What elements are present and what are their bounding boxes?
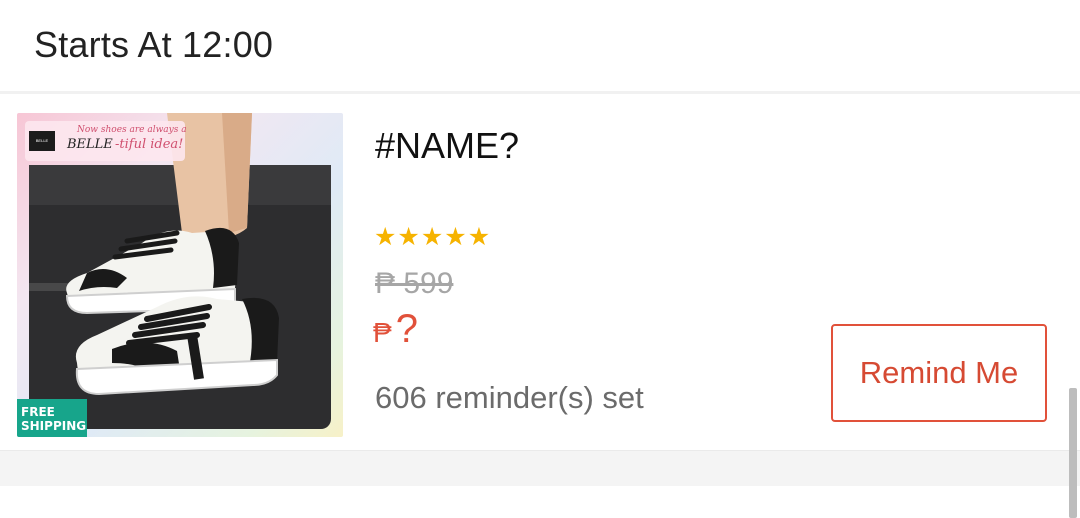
next-section-area (0, 486, 1080, 518)
remind-me-button[interactable]: Remind Me (831, 324, 1047, 422)
section-divider (0, 450, 1080, 486)
original-price: ₱ 599 (375, 267, 454, 300)
scrollbar[interactable] (1069, 388, 1077, 518)
free-shipping-badge: FREE SHIPPING (17, 399, 87, 437)
brand-logo: BELLE (29, 131, 55, 151)
badge-line-2: SHIPPING (21, 419, 87, 433)
promo-line: Now shoes are always a (77, 125, 187, 135)
star-icon: ★ (444, 223, 467, 251)
product-name[interactable]: #NAME? (375, 125, 519, 167)
badge-line-1: FREE (21, 405, 55, 419)
star-icon: ★ (467, 223, 491, 251)
reminder-count: 606 reminder(s) set (375, 380, 644, 415)
sale-price: ₱ ? (373, 307, 418, 352)
star-icon: ★ (397, 223, 420, 251)
peso-currency-icon: ₱ (373, 317, 392, 348)
sneaker-illustration (25, 113, 331, 429)
star-icon: ★ (420, 223, 444, 251)
product-card[interactable]: BELLE Now shoes are always a BELLE -tifu… (0, 97, 1080, 450)
star-icon: ★ (374, 223, 397, 251)
product-image[interactable]: BELLE Now shoes are always a BELLE -tifu… (17, 113, 343, 437)
star-rating: ★ ★ ★ ★ ★ (374, 225, 490, 250)
sale-price-value: ? (395, 307, 418, 351)
promo-brand: BELLE (67, 137, 113, 152)
promo-brand-tail: -tiful idea! (115, 137, 184, 152)
section-header: Starts At 12:00 (0, 0, 1080, 94)
flash-sale-start-time: Starts At 12:00 (34, 24, 274, 65)
